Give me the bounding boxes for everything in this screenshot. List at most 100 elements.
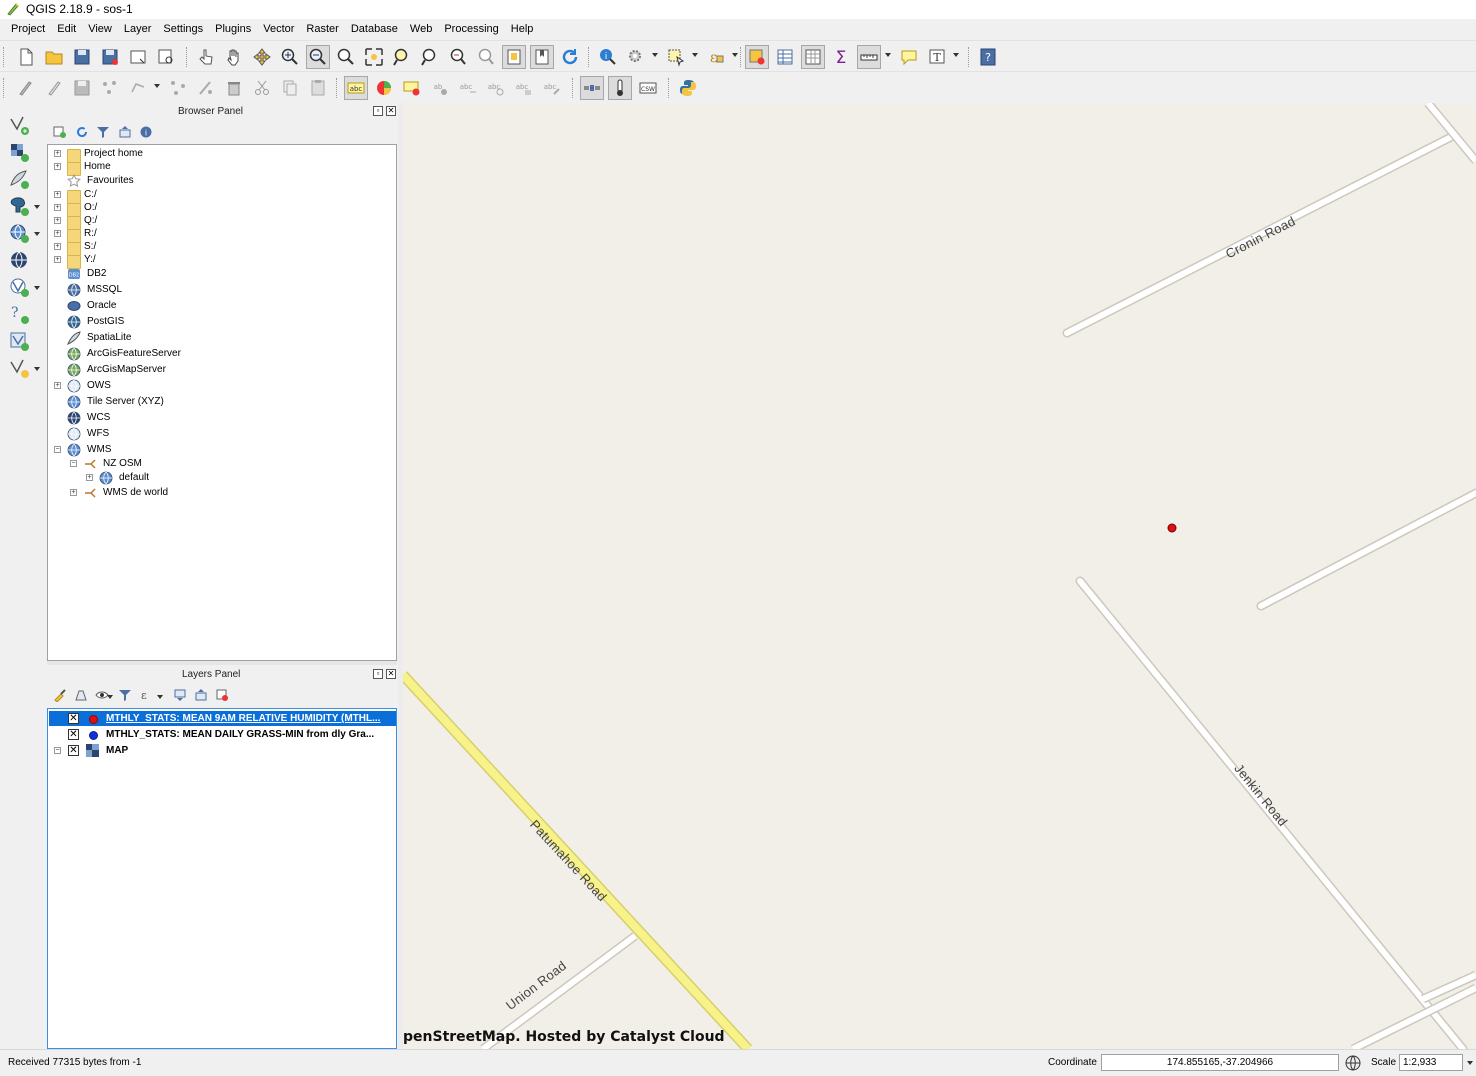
rotate-label-button[interactable]: abc — [484, 76, 508, 100]
show-hide-labels-button[interactable]: ab — [428, 76, 452, 100]
move-feature-button[interactable] — [126, 76, 150, 100]
select-by-expression-button[interactable]: ε — [704, 45, 728, 69]
action-dropdown-arrow[interactable] — [652, 53, 658, 57]
menu-view[interactable]: View — [83, 19, 117, 40]
filter-browser-button[interactable] — [96, 125, 110, 139]
layers-tree[interactable]: ✕ MTHLY_STATS: MEAN 9AM RELATIVE HUMIDIT… — [47, 708, 397, 1049]
wms-dropdown-arrow[interactable] — [34, 232, 40, 236]
crs-toggle-button[interactable] — [1344, 1054, 1362, 1072]
pan-map-button[interactable] — [222, 45, 246, 69]
select-features-button[interactable] — [664, 45, 688, 69]
add-group-button[interactable] — [74, 688, 88, 702]
expand-toggle[interactable]: + — [54, 217, 61, 224]
expand-toggle[interactable]: + — [54, 163, 61, 170]
move-label-button[interactable]: abc — [456, 76, 480, 100]
panel-float-button[interactable]: ▫ — [373, 669, 383, 679]
expand-toggle[interactable]: + — [54, 243, 61, 250]
zoom-next-button[interactable] — [474, 45, 498, 69]
pan-to-selection-button[interactable] — [250, 45, 274, 69]
paste-button[interactable] — [306, 76, 330, 100]
humidity-point-marker[interactable] — [1167, 523, 1177, 533]
cut-button[interactable] — [250, 76, 274, 100]
measure-dropdown-arrow[interactable] — [885, 53, 891, 57]
expand-toggle[interactable]: + — [54, 256, 61, 263]
toggle-editing-button[interactable] — [42, 76, 66, 100]
browser-item[interactable]: + Home — [48, 160, 393, 176]
coordinate-field[interactable]: 174.855165,-37.204966 — [1101, 1054, 1339, 1071]
browser-item[interactable]: ArcGisFeatureServer — [48, 347, 393, 361]
map-canvas[interactable]: Cronin Road Jenkin Road Patumahoe Road U… — [403, 103, 1476, 1049]
statistical-summary-button[interactable]: Σ — [829, 45, 853, 69]
pin-labels-button[interactable] — [400, 76, 424, 100]
layer-visibility-checkbox[interactable]: ✕ — [68, 745, 79, 756]
layer-visibility-checkbox[interactable]: ✕ — [68, 729, 79, 740]
expand-toggle[interactable]: + — [54, 382, 61, 389]
add-vector-layer-button[interactable] — [8, 114, 30, 136]
add-spatialite-layer-button[interactable] — [8, 168, 30, 190]
collapse-all-button[interactable] — [118, 125, 132, 139]
zoom-to-selection-button[interactable] — [390, 45, 414, 69]
browser-item[interactable]: − NZ OSM — [48, 457, 393, 471]
collapse-all-button[interactable] — [194, 688, 208, 702]
properties-button[interactable]: i — [139, 125, 153, 139]
open-project-button[interactable] — [42, 45, 66, 69]
layer-row-grass-min[interactable]: ✕ MTHLY_STATS: MEAN DAILY GRASS-MIN from… — [49, 727, 396, 742]
change-label-button[interactable]: abc — [512, 76, 536, 100]
add-virtual-layer-button[interactable] — [8, 330, 30, 352]
layer-row-map[interactable]: − ✕ MAP — [49, 743, 396, 758]
toolbar-grip[interactable] — [186, 47, 190, 67]
menu-edit[interactable]: Edit — [52, 19, 81, 40]
menu-web[interactable]: Web — [405, 19, 437, 40]
browser-item[interactable]: DB2 DB2 — [48, 267, 393, 281]
add-feature-button[interactable] — [98, 76, 122, 100]
help-button[interactable]: ? — [976, 45, 1000, 69]
composer-manager-button[interactable] — [154, 45, 178, 69]
browser-item[interactable]: + OWS — [48, 379, 393, 393]
copy-button[interactable] — [278, 76, 302, 100]
filter-legend-button[interactable] — [118, 688, 132, 702]
toolbar-grip[interactable] — [336, 78, 340, 98]
postgis-dropdown-arrow[interactable] — [34, 205, 40, 209]
themes-dropdown-arrow[interactable] — [107, 695, 113, 699]
expand-toggle[interactable]: + — [54, 230, 61, 237]
layer-diagram-button[interactable] — [372, 76, 396, 100]
add-delimited-text-button[interactable]: ? — [8, 303, 30, 325]
zoom-out-button[interactable] — [306, 45, 330, 69]
toolbar-grip[interactable] — [572, 78, 576, 98]
plugin-gps-button[interactable] — [580, 76, 604, 100]
scale-dropdown-arrow[interactable] — [1467, 1061, 1473, 1065]
new-map-view-button[interactable] — [502, 45, 526, 69]
layer-visibility-checkbox[interactable]: ✕ — [68, 713, 79, 724]
browser-item[interactable]: Oracle — [48, 299, 393, 313]
browser-item[interactable]: + O:/ — [48, 201, 393, 217]
annotation-dropdown-arrow[interactable] — [953, 53, 959, 57]
deselect-features-button[interactable] — [745, 45, 769, 69]
zoom-to-layer-button[interactable] — [418, 45, 442, 69]
identify-button[interactable]: i — [596, 45, 620, 69]
filter-by-expression-button[interactable]: ε — [139, 688, 153, 702]
browser-item[interactable]: + Y:/ — [48, 253, 393, 269]
new-shapefile-layer-button[interactable] — [8, 357, 30, 379]
scale-field[interactable]: 1:2,933 — [1399, 1054, 1463, 1071]
add-raster-layer-button[interactable] — [8, 141, 30, 163]
expand-toggle[interactable]: + — [70, 489, 77, 496]
wfs-dropdown-arrow[interactable] — [34, 286, 40, 290]
panel-close-button[interactable]: ✕ — [386, 106, 396, 116]
toolbar-grip[interactable] — [968, 47, 972, 67]
menu-plugins[interactable]: Plugins — [210, 19, 256, 40]
browser-item[interactable]: + R:/ — [48, 227, 393, 243]
browser-item[interactable]: Tile Server (XYZ) — [48, 395, 393, 409]
node-tool-button[interactable] — [166, 76, 190, 100]
expand-toggle[interactable]: − — [54, 446, 61, 453]
expand-toggle[interactable]: + — [86, 474, 93, 481]
menu-vector[interactable]: Vector — [258, 19, 299, 40]
save-project-button[interactable] — [70, 45, 94, 69]
python-console-button[interactable] — [676, 76, 700, 100]
panel-float-button[interactable]: ▫ — [373, 106, 383, 116]
refresh-button[interactable] — [558, 45, 582, 69]
measure-line-button[interactable] — [857, 45, 881, 69]
map-tips-button[interactable] — [897, 45, 921, 69]
expand-toggle[interactable]: + — [54, 204, 61, 211]
browser-item[interactable]: + Project home — [48, 147, 393, 163]
move-dropdown-arrow[interactable] — [154, 84, 160, 88]
